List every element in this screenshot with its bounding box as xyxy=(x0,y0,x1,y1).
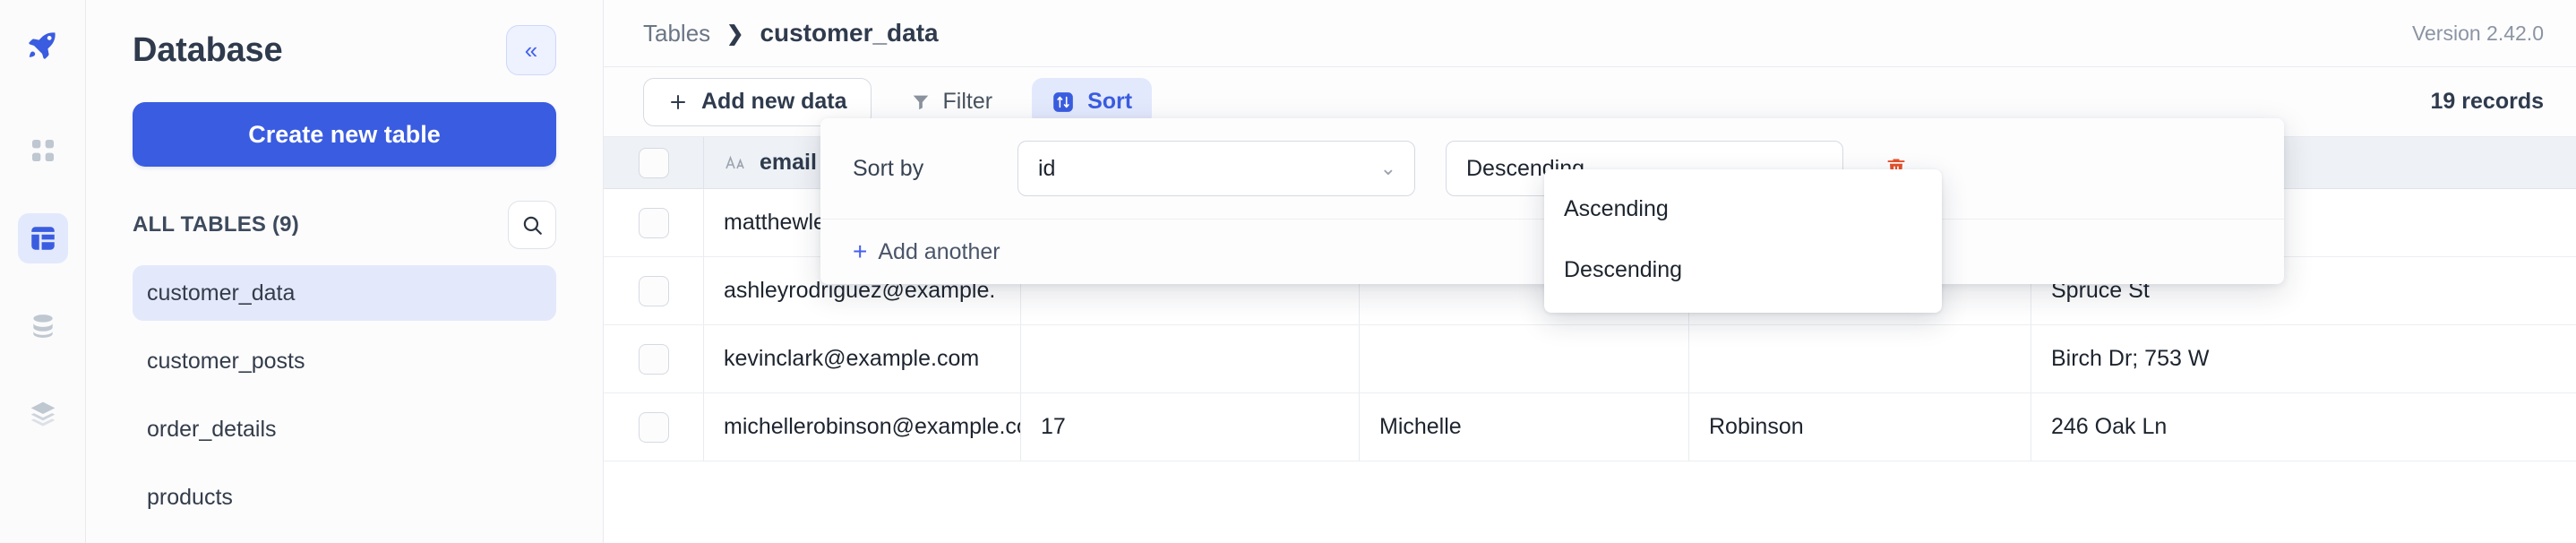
sort-label: Sort xyxy=(1087,89,1133,114)
table-icon[interactable] xyxy=(17,213,68,263)
sort-field-value: id xyxy=(1038,155,1056,181)
apps-grid-icon[interactable] xyxy=(18,125,68,176)
row-select-cell[interactable] xyxy=(604,189,704,256)
app-root: Database « Create new table ALL TABLES (… xyxy=(0,0,2576,543)
list-item-label: customer_posts xyxy=(147,348,305,374)
cell-email[interactable]: michellerobinson@example.com xyxy=(704,393,1021,461)
sidebar-item-order-details[interactable]: order_details xyxy=(133,401,556,457)
column-header-label: email xyxy=(760,150,817,175)
sidebar-item-customer-data[interactable]: customer_data xyxy=(133,265,556,321)
funnel-icon xyxy=(913,95,928,109)
cell-shipping[interactable]: 246 Oak Ln xyxy=(2031,393,2576,461)
cell-id[interactable]: 17 xyxy=(1021,393,1360,461)
select-all-checkbox[interactable] xyxy=(638,147,669,178)
row-checkbox[interactable] xyxy=(638,275,669,306)
row-select-cell[interactable] xyxy=(604,257,704,324)
sidebar-title: Database xyxy=(133,30,283,69)
sort-by-label: Sort by xyxy=(853,155,924,181)
chevron-right-icon: ❯ xyxy=(726,21,744,45)
search-icon xyxy=(523,216,542,235)
select-all-header[interactable] xyxy=(604,137,704,188)
add-another-sort-button[interactable]: + Add another xyxy=(853,239,1000,265)
row-select-cell[interactable] xyxy=(604,393,704,461)
main-content: Tables ❯ customer_data Version 2.42.0 Ad… xyxy=(604,0,2576,543)
cell-last-name[interactable]: Robinson xyxy=(1689,393,2031,461)
table-row[interactable]: kevinclark@example.com Birch Dr; 753 W xyxy=(604,325,2576,393)
rocket-icon[interactable] xyxy=(18,20,68,70)
filter-label: Filter xyxy=(942,89,993,114)
list-item-label: products xyxy=(147,484,233,510)
add-new-data-label: Add new data xyxy=(701,89,847,114)
sort-field-select[interactable]: id ⌄ xyxy=(1018,141,1415,196)
dropdown-option-ascending[interactable]: Ascending xyxy=(1544,178,1942,239)
breadcrumb: Tables ❯ customer_data xyxy=(643,19,939,47)
cell-first-name[interactable]: Michelle xyxy=(1360,393,1689,461)
search-tables-button[interactable] xyxy=(508,201,556,249)
collapse-sidebar-button[interactable]: « xyxy=(506,25,556,75)
database-icon[interactable] xyxy=(18,301,68,351)
plus-icon xyxy=(671,94,685,109)
record-count: 19 records xyxy=(2430,89,2544,114)
icon-rail xyxy=(0,0,86,543)
top-bar: Tables ❯ customer_data Version 2.42.0 xyxy=(604,0,2576,67)
text-type-icon xyxy=(726,155,744,168)
tables-list: customer_data customer_posts order_detai… xyxy=(133,265,556,525)
row-select-cell[interactable] xyxy=(604,325,704,392)
all-tables-label: ALL TABLES (9) xyxy=(133,212,299,237)
row-checkbox[interactable] xyxy=(638,343,669,375)
double-chevron-left-icon: « xyxy=(524,37,538,64)
cell-last-name[interactable] xyxy=(1689,325,2031,392)
row-checkbox[interactable] xyxy=(638,411,669,443)
row-checkbox[interactable] xyxy=(638,207,669,238)
sort-direction-dropdown-menu: Ascending Descending xyxy=(1544,169,1942,313)
cell-email[interactable]: kevinclark@example.com xyxy=(704,325,1021,392)
sidebar-header: Database « xyxy=(133,0,556,75)
layers-icon[interactable] xyxy=(18,389,68,439)
cell-id[interactable] xyxy=(1021,325,1360,392)
version-label: Version 2.42.0 xyxy=(2411,21,2544,45)
sidebar-item-products[interactable]: products xyxy=(133,470,556,525)
breadcrumb-current-table: customer_data xyxy=(760,19,939,47)
sidebar: Database « Create new table ALL TABLES (… xyxy=(86,0,604,543)
list-item-label: customer_data xyxy=(147,280,296,306)
create-new-table-button[interactable]: Create new table xyxy=(133,102,556,167)
chevron-down-icon: ⌄ xyxy=(1379,157,1396,179)
cell-first-name[interactable] xyxy=(1360,325,1689,392)
sort-arrows-icon xyxy=(1053,91,1073,112)
all-tables-section-header: ALL TABLES (9) xyxy=(133,201,556,249)
sidebar-item-customer-posts[interactable]: customer_posts xyxy=(133,333,556,389)
list-item-label: order_details xyxy=(147,416,277,442)
plus-icon: + xyxy=(853,237,868,265)
breadcrumb-tables[interactable]: Tables xyxy=(643,20,710,47)
cell-shipping[interactable]: Birch Dr; 753 W xyxy=(2031,325,2576,392)
add-another-label: Add another xyxy=(878,238,1000,264)
dropdown-option-descending[interactable]: Descending xyxy=(1544,239,1942,300)
table-row[interactable]: michellerobinson@example.com 17 Michelle… xyxy=(604,393,2576,461)
